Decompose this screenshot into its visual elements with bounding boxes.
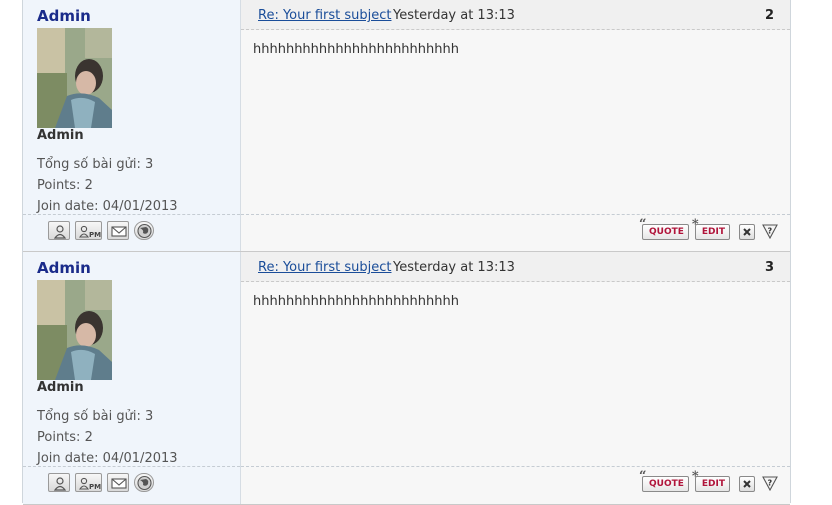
- envelope-icon[interactable]: [107, 221, 129, 240]
- post: Admin Admin Tổng số bài gửi: 3 Points: 2…: [23, 252, 790, 505]
- quote-button[interactable]: “QUOTE: [639, 218, 689, 240]
- post-number: 3: [764, 260, 774, 275]
- svg-text:PM: PM: [89, 231, 101, 239]
- edit-button[interactable]: * EDIT: [692, 218, 730, 240]
- post-actions: “QUOTE * EDIT ?: [636, 218, 778, 242]
- divider: [241, 466, 790, 467]
- post-number: 2: [764, 8, 774, 23]
- user-rank: Admin: [37, 128, 84, 143]
- delete-icon[interactable]: [739, 476, 755, 492]
- post-body: Re: Your first subject Yesterday at 13:1…: [241, 0, 790, 251]
- contact-icons: PM: [48, 221, 159, 240]
- profile-fields: Tổng số bài gửi: 3 Points: 2 Join date: …: [37, 406, 178, 469]
- quote-mark-icon: “: [638, 469, 647, 484]
- edit-label: EDIT: [701, 227, 725, 237]
- edit-label: EDIT: [701, 479, 725, 489]
- user-icon[interactable]: [48, 473, 70, 492]
- post-header: Re: Your first subject Yesterday at 13:1…: [241, 0, 790, 30]
- quote-button[interactable]: “QUOTE: [639, 470, 689, 492]
- globe-icon[interactable]: [134, 221, 154, 240]
- user-rank: Admin: [37, 380, 84, 395]
- quote-label: QUOTE: [648, 479, 684, 489]
- profile-fields: Tổng số bài gửi: 3 Points: 2 Join date: …: [37, 154, 178, 217]
- edit-mark-icon: *: [691, 469, 699, 484]
- post-content: hhhhhhhhhhhhhhhhhhhhhhhhh: [253, 294, 459, 309]
- contact-icons: PM: [48, 473, 159, 492]
- points: Points: 2: [37, 430, 93, 445]
- divider: [23, 466, 240, 467]
- post-count: Tổng số bài gửi: 3: [37, 409, 154, 424]
- post: Admin Admin Tổng số bài gửi: 3 Points: 2…: [23, 0, 790, 252]
- post-date: Yesterday at 13:13: [393, 8, 515, 23]
- edit-mark-icon: *: [691, 217, 699, 232]
- post-subject-link[interactable]: Re: Your first subject: [258, 8, 392, 23]
- points: Points: 2: [37, 178, 93, 193]
- globe-icon[interactable]: [134, 473, 154, 492]
- delete-icon[interactable]: [739, 224, 755, 240]
- private-message-icon[interactable]: PM: [75, 473, 102, 492]
- divider: [23, 214, 240, 215]
- post-profile: Admin Admin Tổng số bài gửi: 3 Points: 2…: [23, 252, 241, 504]
- quote-label: QUOTE: [648, 227, 684, 237]
- svg-text:PM: PM: [89, 483, 101, 491]
- quote-mark-icon: “: [638, 217, 647, 232]
- post-body: Re: Your first subject Yesterday at 13:1…: [241, 252, 790, 504]
- report-icon[interactable]: ?: [762, 475, 778, 492]
- post-header: Re: Your first subject Yesterday at 13:1…: [241, 252, 790, 282]
- post-subject-link[interactable]: Re: Your first subject: [258, 260, 392, 275]
- svg-text:?: ?: [768, 479, 773, 488]
- avatar: [37, 28, 112, 128]
- username-link[interactable]: Admin: [37, 7, 91, 25]
- private-message-icon[interactable]: PM: [75, 221, 102, 240]
- divider: [241, 214, 790, 215]
- post-actions: “QUOTE * EDIT ?: [636, 470, 778, 494]
- svg-text:?: ?: [768, 227, 773, 236]
- avatar: [37, 280, 112, 380]
- user-icon[interactable]: [48, 221, 70, 240]
- username-link[interactable]: Admin: [37, 259, 91, 277]
- post-count: Tổng số bài gửi: 3: [37, 157, 154, 172]
- post-date: Yesterday at 13:13: [393, 260, 515, 275]
- envelope-icon[interactable]: [107, 473, 129, 492]
- edit-button[interactable]: * EDIT: [692, 470, 730, 492]
- post-content: hhhhhhhhhhhhhhhhhhhhhhhhh: [253, 42, 459, 57]
- topic-posts: Admin Admin Tổng số bài gửi: 3 Points: 2…: [22, 0, 791, 505]
- report-icon[interactable]: ?: [762, 223, 778, 240]
- post-profile: Admin Admin Tổng số bài gửi: 3 Points: 2…: [23, 0, 241, 251]
